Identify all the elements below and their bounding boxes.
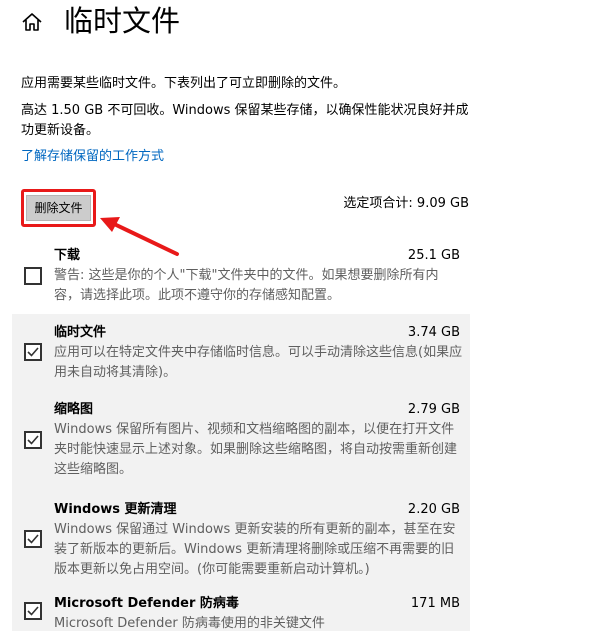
list-item-temp-files[interactable]: 临时文件 3.74 GB 应用可以在特定文件夹中存储临时信息。可以手动清除这些信… xyxy=(12,314,470,391)
item-size: 25.1 GB xyxy=(407,248,460,263)
item-description: 应用可以在特定文件夹中存储临时信息。可以手动清除这些信息(如果应用未自动将其清除… xyxy=(54,345,463,380)
item-description: 警告: 这些是你的个人"下载"文件夹中的文件。如果想要删除所有内容，请选择此项。… xyxy=(54,268,439,303)
checkmark-icon xyxy=(27,606,39,616)
checkmark-icon xyxy=(27,435,39,445)
home-icon[interactable] xyxy=(20,10,44,34)
checkmark-icon xyxy=(27,347,39,357)
list-item-windows-update-cleanup[interactable]: Windows 更新清理 2.20 GB Windows 保留通过 Window… xyxy=(12,485,470,581)
item-name: 下载 xyxy=(54,248,81,263)
item-name: Microsoft Defender 防病毒 xyxy=(54,596,239,611)
checkbox-downloads[interactable] xyxy=(24,267,42,285)
item-name: 缩略图 xyxy=(54,402,94,417)
item-size: 2.20 GB xyxy=(407,502,460,517)
selected-total: 选定项合计: 9.09 GB xyxy=(343,196,469,211)
temp-file-list: 下载 25.1 GB 警告: 这些是你的个人"下载"文件夹中的文件。如果想要删除… xyxy=(12,238,470,631)
list-item-defender-antivirus[interactable]: Microsoft Defender 防病毒 171 MB Microsoft … xyxy=(12,581,470,631)
checkbox-defender-antivirus[interactable] xyxy=(24,602,42,620)
item-size: 3.74 GB xyxy=(407,325,460,340)
list-item-downloads[interactable]: 下载 25.1 GB 警告: 这些是你的个人"下载"文件夹中的文件。如果想要删除… xyxy=(12,238,470,314)
item-description: Microsoft Defender 防病毒使用的非关键文件 xyxy=(54,616,325,631)
item-description: Windows 保留通过 Windows 更新安装的所有更新的副本，甚至在安装了… xyxy=(54,522,456,577)
checkbox-temp-files[interactable] xyxy=(24,343,42,361)
checkbox-thumbnails[interactable] xyxy=(24,431,42,449)
checkbox-windows-update-cleanup[interactable] xyxy=(24,530,42,548)
item-name: Windows 更新清理 xyxy=(54,502,177,517)
item-size: 171 MB xyxy=(410,596,460,611)
delete-files-button[interactable]: 删除文件 xyxy=(26,195,91,221)
item-name: 临时文件 xyxy=(54,325,107,340)
intro-text: 应用需要某些临时文件。下表列出了可立即删除的文件。 xyxy=(21,76,347,91)
item-size: 2.79 GB xyxy=(407,402,460,417)
list-item-thumbnails[interactable]: 缩略图 2.79 GB Windows 保留所有图片、视频和文档缩略图的副本，以… xyxy=(12,391,470,485)
item-description: Windows 保留所有图片、视频和文档缩略图的副本，以便在打开文件夹时能快速显… xyxy=(54,422,458,477)
warning-text: 高达 1.50 GB 不可回收。Windows 保留某些存储，以确保性能状况良好… xyxy=(21,103,469,138)
checkmark-icon xyxy=(27,534,39,544)
learn-storage-link[interactable]: 了解存储保留的工作方式 xyxy=(21,147,164,167)
page-title: 临时文件 xyxy=(64,4,181,38)
